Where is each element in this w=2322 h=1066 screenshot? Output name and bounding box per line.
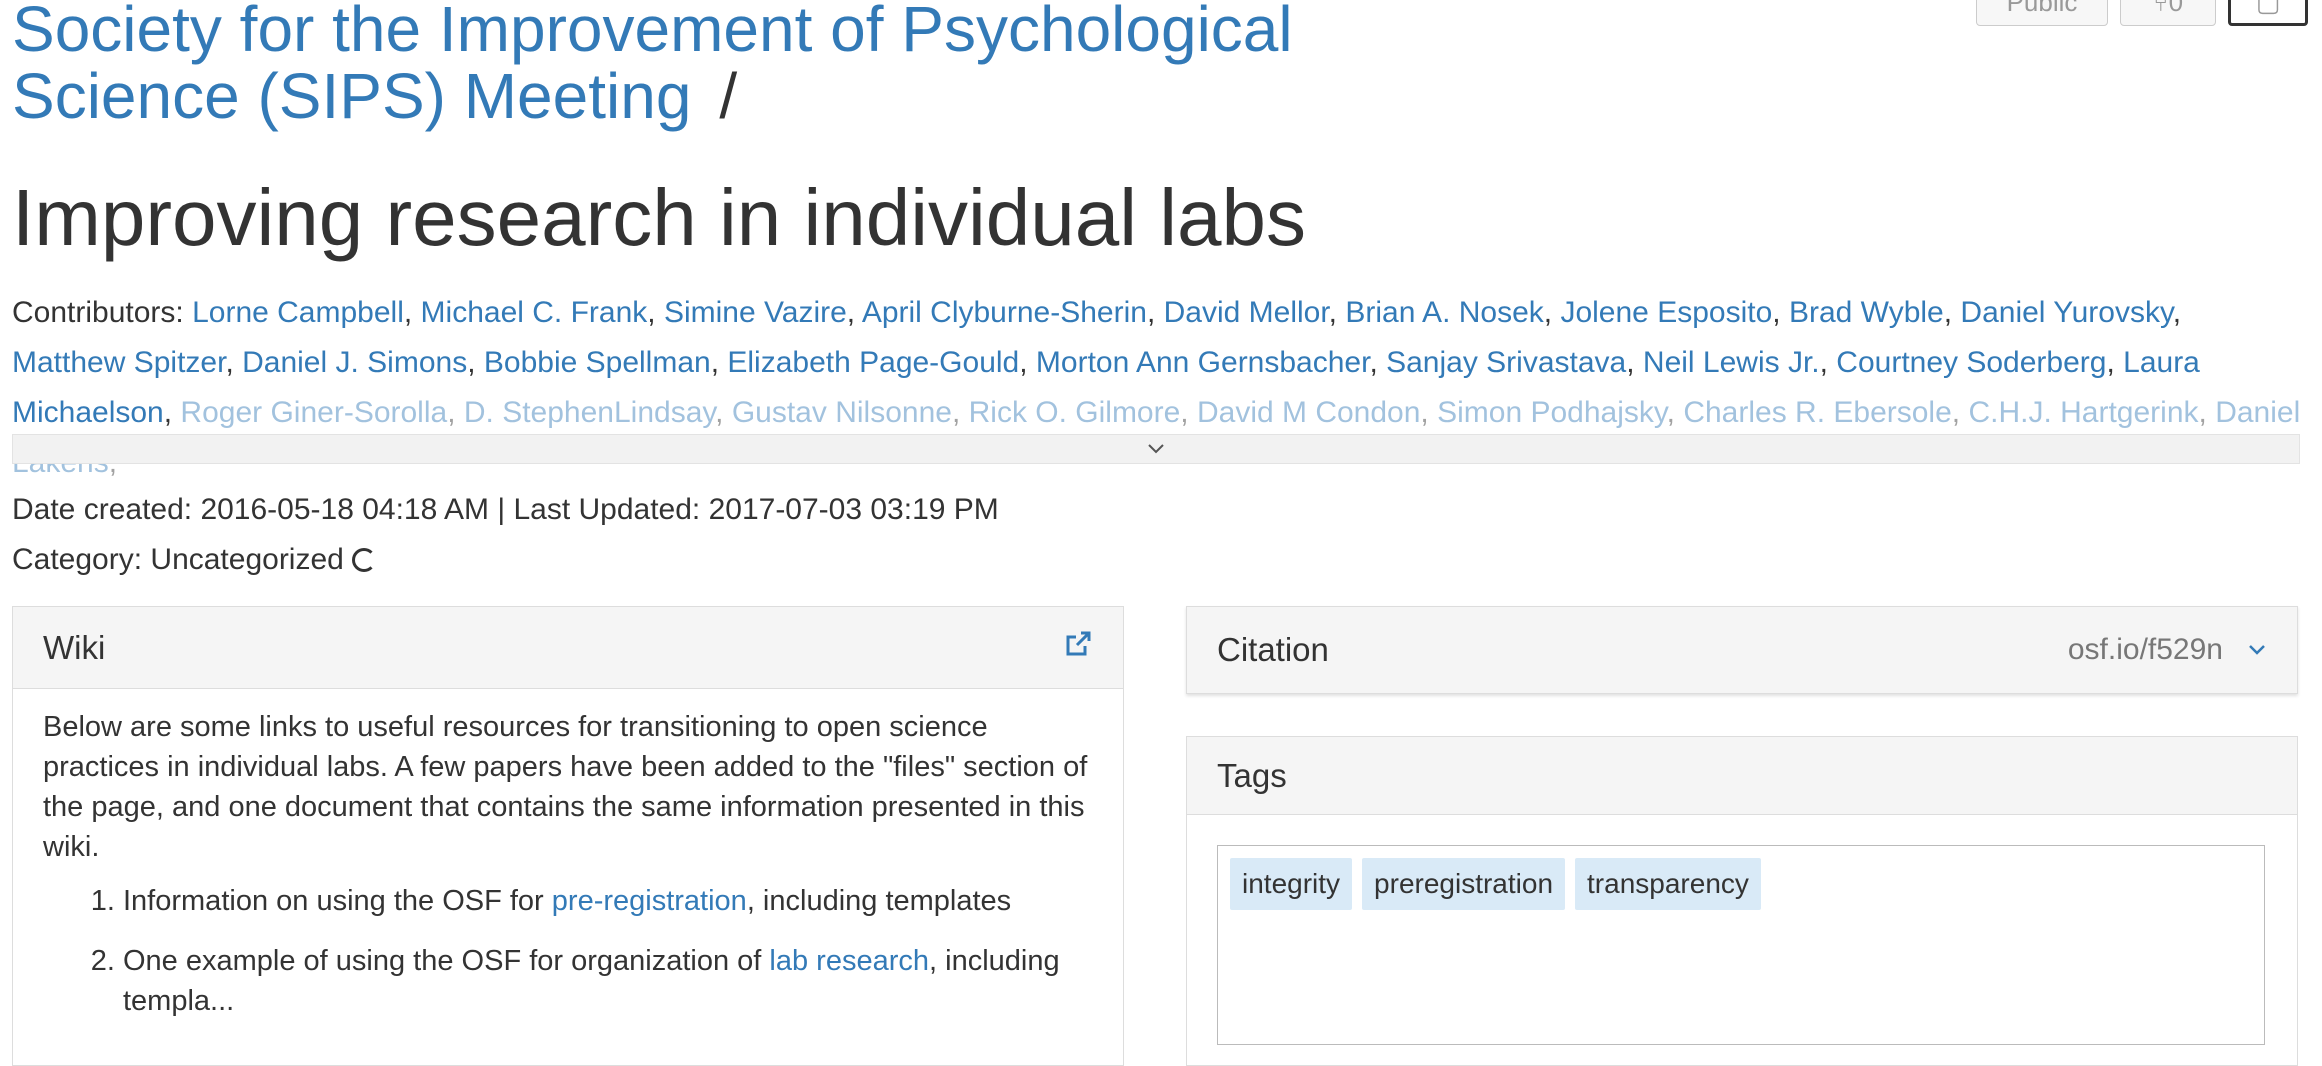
- contributor-separator: ,: [1666, 396, 1684, 429]
- contributor-separator: ,: [1943, 296, 1961, 329]
- page-title: Improving research in individual labs: [12, 173, 1306, 262]
- chevron-down-icon[interactable]: [2247, 643, 2267, 657]
- contributor-link[interactable]: Gustav Nilsonne: [732, 396, 952, 429]
- tags-panel-header: Tags: [1187, 737, 2297, 815]
- contributor-link[interactable]: Brad Wyble: [1789, 296, 1944, 329]
- contributor-separator: ,: [2106, 346, 2124, 379]
- tags-input[interactable]: integrity preregistration transparency: [1217, 845, 2265, 1045]
- project-category: Category: Uncategorized: [12, 540, 376, 580]
- contributor-separator: ,: [1019, 346, 1036, 379]
- contributor-separator: ,: [2172, 296, 2182, 329]
- bookmark-button[interactable]: ▢: [2228, 0, 2308, 26]
- contributor-separator: ,: [467, 346, 484, 379]
- contributor-separator: ,: [403, 296, 421, 329]
- contributor-link[interactable]: Michael C. Frank: [421, 296, 648, 329]
- breadcrumb: Society for the Improvement of Psycholog…: [12, 0, 1312, 130]
- citation-panel-header[interactable]: Citation osf.io/f529n: [1187, 607, 2297, 693]
- citation-link-group: osf.io/f529n: [2068, 633, 2267, 667]
- wiki-item-text: Information on using the OSF for: [123, 885, 552, 917]
- contributor-link[interactable]: Rick O. Gilmore: [969, 396, 1181, 429]
- contributor-link[interactable]: Courtney Soderberg: [1836, 346, 2106, 379]
- contributor-separator: ,: [163, 396, 181, 429]
- contributor-separator: ,: [1819, 346, 1837, 379]
- project-dates: Date created: 2016-05-18 04:18 AM | Last…: [12, 493, 999, 526]
- contributor-link[interactable]: Bobbie Spellman: [484, 346, 711, 379]
- fork-button[interactable]: ⑂ 0: [2120, 0, 2216, 26]
- wiki-list-item: One example of using the OSF for organiz…: [123, 941, 1093, 1021]
- contributor-separator: ,: [447, 396, 464, 429]
- contributor-link[interactable]: Roger Giner-Sorolla: [180, 396, 447, 429]
- breadcrumb-separator: /: [719, 60, 738, 132]
- contributor-separator: ,: [846, 296, 862, 329]
- public-button[interactable]: Public: [1976, 0, 2108, 26]
- contributor-separator: ,: [2198, 396, 2216, 429]
- tag-item[interactable]: integrity: [1230, 858, 1353, 910]
- citation-title: Citation: [1217, 631, 1329, 668]
- contributor-link[interactable]: April Clyburne-Sherin: [862, 296, 1147, 329]
- external-link-icon[interactable]: [1063, 629, 1093, 667]
- fork-icon: ⑂: [2152, 0, 2169, 17]
- contributor-link[interactable]: David M Condon: [1197, 396, 1420, 429]
- wiki-title: Wiki: [43, 628, 106, 666]
- wiki-list: Information on using the OSF for pre-reg…: [43, 881, 1093, 1021]
- contributor-link[interactable]: Charles R. Ebersole: [1683, 396, 1951, 429]
- tags-title: Tags: [1217, 756, 1287, 794]
- contributor-separator: ,: [225, 346, 243, 379]
- contributor-link[interactable]: Simine Vazire: [664, 296, 847, 329]
- tag-item[interactable]: preregistration: [1362, 858, 1566, 910]
- citation-link[interactable]: osf.io/f529n: [2068, 633, 2223, 667]
- wiki-item-text: One example of using the OSF for organiz…: [123, 945, 770, 977]
- contributor-link[interactable]: Matthew Spitzer: [12, 346, 225, 379]
- contributor-link[interactable]: C.H.J. Hartgerink: [1968, 396, 2198, 429]
- contributor-separator: ,: [710, 346, 728, 379]
- wiki-item-text: , including templates: [746, 885, 1012, 917]
- contributor-link[interactable]: David Mellor: [1164, 296, 1329, 329]
- pre-registration-link[interactable]: pre-registration: [552, 885, 747, 917]
- contributor-link[interactable]: Daniel Yurovsky: [1960, 296, 2172, 329]
- contributor-link[interactable]: Morton Ann Gernsbacher: [1036, 346, 1370, 379]
- contributor-separator: ,: [1951, 396, 1969, 429]
- parent-project-link[interactable]: Society for the Improvement of Psycholog…: [12, 0, 1293, 132]
- contributor-separator: ,: [715, 396, 732, 429]
- fork-count: 0: [2168, 0, 2184, 17]
- contributor-separator: ,: [1626, 346, 1643, 379]
- contributor-link[interactable]: Elizabeth Page-Gould: [727, 346, 1019, 379]
- contributor-link[interactable]: Brian A. Nosek: [1345, 296, 1543, 329]
- contributor-link[interactable]: D. StephenLindsay: [464, 396, 715, 429]
- wiki-panel: Wiki Below are some links to useful reso…: [12, 606, 1124, 1066]
- wiki-content: Below are some links to useful resources…: [13, 689, 1123, 1059]
- contributor-link[interactable]: Lorne Campbell: [192, 296, 404, 329]
- bookmark-icon: ▢: [2255, 0, 2281, 17]
- wiki-panel-header: Wiki: [13, 607, 1123, 689]
- category-text: Category: Uncategorized: [12, 543, 344, 576]
- wiki-intro: Below are some links to useful resources…: [43, 711, 1088, 863]
- contributor-separator: ,: [1369, 346, 1387, 379]
- wiki-list-item: Information on using the OSF for pre-reg…: [123, 881, 1093, 921]
- contributor-link[interactable]: Neil Lewis Jr.: [1643, 346, 1820, 379]
- contributor-separator: ,: [647, 296, 664, 329]
- contributor-separator: ,: [1420, 396, 1438, 429]
- contributor-link[interactable]: Daniel J. Simons: [242, 346, 467, 379]
- contributor-link[interactable]: Jolene Esposito: [1560, 296, 1772, 329]
- contributor-link[interactable]: Sanjay Srivastava: [1386, 346, 1626, 379]
- contributor-separator: ,: [1772, 296, 1789, 329]
- chevron-down-icon: [1148, 444, 1164, 454]
- contributors-label: Contributors:: [12, 296, 193, 329]
- tag-item[interactable]: transparency: [1575, 858, 1761, 910]
- tags-panel: Tags integrity preregistration transparenc…: [1186, 736, 2298, 1066]
- lab-research-link[interactable]: lab research: [769, 945, 929, 977]
- contributor-separator: ,: [1543, 296, 1561, 329]
- contributor-separator: ,: [1146, 296, 1164, 329]
- contributor-separator: ,: [1180, 396, 1197, 429]
- contributor-separator: ,: [1328, 296, 1346, 329]
- contributor-link[interactable]: Simon Podhajsky: [1437, 396, 1667, 429]
- citation-panel[interactable]: Citation osf.io/f529n: [1186, 606, 2298, 694]
- loading-spinner-icon: [351, 548, 376, 572]
- project-actions: Public ⑂ 0 ▢: [1976, 0, 2308, 26]
- contributor-separator: ,: [951, 396, 969, 429]
- contributors-expand-toggle[interactable]: [12, 434, 2300, 464]
